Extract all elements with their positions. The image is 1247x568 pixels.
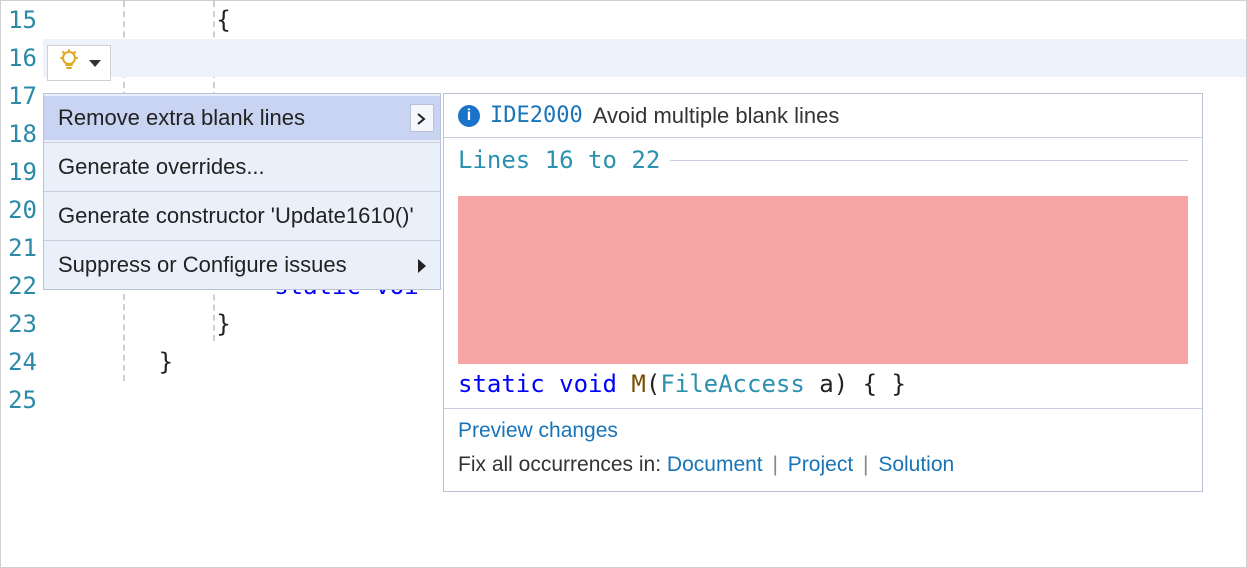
separator: | xyxy=(768,453,781,476)
menu-item-remove-blank-lines[interactable]: Remove extra blank lines xyxy=(44,96,440,140)
lines-range-header: Lines 16 to 22 xyxy=(458,146,1188,174)
line-number: 23 xyxy=(1,305,37,343)
fix-project-link[interactable]: Project xyxy=(788,453,853,476)
line-number: 19 xyxy=(1,153,37,191)
line-number: 24 xyxy=(1,343,37,381)
line-number-gutter: 15 16 17 18 19 20 21 22 23 24 25 xyxy=(1,1,43,567)
submenu-arrow-button[interactable] xyxy=(410,104,434,132)
menu-separator xyxy=(44,191,440,192)
line-number: 20 xyxy=(1,191,37,229)
menu-separator xyxy=(44,240,440,241)
menu-item-label: Generate overrides... xyxy=(58,154,265,179)
preview-code-line: static void M(FileAccess a) { } xyxy=(458,370,1188,398)
code-editor: 15 16 17 18 19 20 21 22 23 24 25 { stati… xyxy=(0,0,1247,568)
diagnostic-code: IDE2000 xyxy=(490,103,583,128)
caret-down-icon xyxy=(89,60,101,67)
lines-range-label: Lines 16 to 22 xyxy=(458,146,660,174)
line-number: 16 xyxy=(1,39,37,77)
preview-footer: Preview changes Fix all occurrences in: … xyxy=(444,408,1202,491)
diagnostic-message: Avoid multiple blank lines xyxy=(593,103,840,129)
fix-occurrences-row: Fix all occurrences in: Document | Proje… xyxy=(458,453,1188,477)
line-number: 17 xyxy=(1,77,37,115)
code-fix-preview-panel: i IDE2000 Avoid multiple blank lines Lin… xyxy=(443,93,1203,492)
lightbulb-button[interactable] xyxy=(47,45,111,81)
code-line-current[interactable] xyxy=(43,39,1246,77)
deleted-lines-block xyxy=(458,196,1188,364)
chevron-right-icon xyxy=(417,96,427,140)
preview-changes-link[interactable]: Preview changes xyxy=(458,419,618,442)
lightbulb-icon xyxy=(57,48,81,78)
menu-item-generate-overrides[interactable]: Generate overrides... xyxy=(44,145,440,189)
info-icon: i xyxy=(458,105,480,127)
fix-occurrences-label: Fix all occurrences in: xyxy=(458,453,661,476)
code-line[interactable]: { xyxy=(43,1,1246,39)
quick-actions-menu: Remove extra blank lines Generate overri… xyxy=(43,93,441,290)
horizontal-rule xyxy=(670,160,1188,161)
line-number: 22 xyxy=(1,267,37,305)
menu-item-label: Generate constructor 'Update1610()' xyxy=(58,203,414,228)
line-number: 18 xyxy=(1,115,37,153)
line-number: 21 xyxy=(1,229,37,267)
menu-item-generate-constructor[interactable]: Generate constructor 'Update1610()' xyxy=(44,194,440,238)
menu-separator xyxy=(44,142,440,143)
preview-body: Lines 16 to 22 static void M(FileAccess … xyxy=(444,138,1202,408)
preview-header: i IDE2000 Avoid multiple blank lines xyxy=(444,94,1202,138)
menu-item-suppress-configure[interactable]: Suppress or Configure issues xyxy=(44,243,440,287)
menu-item-label: Suppress or Configure issues xyxy=(58,252,347,277)
fix-document-link[interactable]: Document xyxy=(667,453,763,476)
menu-item-label: Remove extra blank lines xyxy=(58,105,305,130)
line-number: 15 xyxy=(1,1,37,39)
fix-solution-link[interactable]: Solution xyxy=(878,453,954,476)
separator: | xyxy=(859,453,872,476)
line-number: 25 xyxy=(1,381,37,419)
